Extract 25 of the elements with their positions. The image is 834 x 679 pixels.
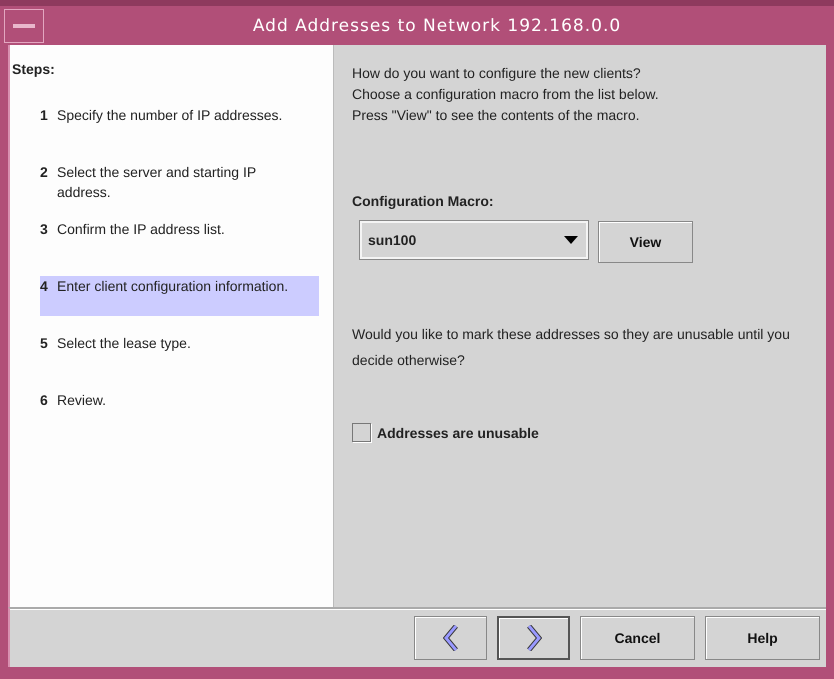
- step-item: 2 Select the server and starting IP address.: [40, 163, 257, 202]
- instruction-text: How do you want to configure the new clients?: [352, 64, 642, 83]
- instruction-text: Press "View" to see the contents of the macro.: [352, 106, 640, 125]
- steps-heading: Steps:: [12, 61, 56, 79]
- macro-dropdown[interactable]: sun100: [360, 221, 588, 259]
- step-item: 5 Select the lease type.: [40, 334, 192, 353]
- window-menu-button[interactable]: [4, 8, 44, 42]
- back-chevron-icon: [442, 625, 458, 651]
- instruction-text: Choose a configuration macro from the list below.: [352, 85, 660, 104]
- step-item: 3 Confirm the IP address list.: [40, 220, 226, 239]
- checkbox-label: Addresses are unusable: [377, 424, 539, 440]
- back-button[interactable]: [414, 616, 487, 660]
- step-item: 4 Enter client configuration information.: [40, 276, 319, 316]
- step-item: 6 Review.: [40, 391, 108, 410]
- dialog-button[interactable]: Help: [705, 616, 820, 660]
- next-button[interactable]: [497, 616, 570, 660]
- dialog-button[interactable]: Cancel: [580, 616, 695, 660]
- step-item: 1 Specify the number of IP addresses.: [40, 106, 284, 125]
- caret-icon: [564, 236, 578, 244]
- view-button[interactable]: View: [598, 221, 693, 263]
- macro-label: Configuration Macro:: [352, 193, 495, 209]
- next-chevron-icon: [526, 625, 542, 651]
- question-text: Would you like to mark these addresses so they are unusable until you decide otherwise?: [352, 325, 791, 370]
- checkbox[interactable]: [352, 423, 371, 442]
- window-title: Add Addresses to Network 192.168.0.0: [252, 16, 622, 36]
